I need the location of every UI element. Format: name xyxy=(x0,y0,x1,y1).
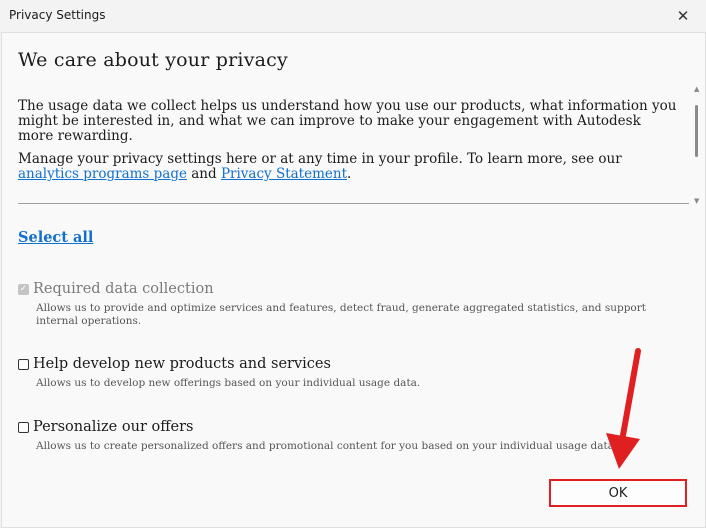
scroll-down-icon[interactable]: ▼ xyxy=(694,197,699,205)
option-required-data: ✓ Required data collection Allows us to … xyxy=(18,281,688,327)
ok-button[interactable]: OK xyxy=(549,479,687,507)
intro-paragraph-1: The usage data we collect helps us under… xyxy=(18,99,677,144)
close-button[interactable]: ✕ xyxy=(660,0,706,32)
divider xyxy=(18,203,689,204)
required-data-label: Required data collection xyxy=(33,281,214,297)
personalize-offers-description: Allows us to create personalized offers … xyxy=(36,440,618,452)
intro-paragraph-2-start: Manage your privacy settings here or at … xyxy=(18,151,622,167)
intro-paragraph-2-mid: and xyxy=(186,166,221,182)
scroll-up-icon[interactable]: ▲ xyxy=(694,85,699,93)
intro-paragraph-2-end: . xyxy=(347,166,352,182)
red-arrow-annotation xyxy=(606,348,641,469)
title-bar: Privacy Settings ✕ xyxy=(0,0,706,32)
personalize-offers-label[interactable]: Personalize our offers xyxy=(33,419,193,435)
intro-paragraph-2: Manage your privacy settings here or at … xyxy=(18,151,678,182)
intro-text[interactable]: The usage data we collect helps us under… xyxy=(18,99,678,181)
intro-scrollbar[interactable]: ▲ ▼ xyxy=(694,85,700,207)
help-develop-description: Allows us to develop new offerings based… xyxy=(36,377,421,389)
scroll-thumb[interactable] xyxy=(695,105,698,157)
required-data-checkbox[interactable]: ✓ xyxy=(18,283,29,295)
option-personalize-offers: Personalize our offers Allows us to crea… xyxy=(18,419,688,453)
help-develop-label[interactable]: Help develop new products and services xyxy=(33,356,331,372)
select-all-link[interactable]: Select all xyxy=(18,229,93,246)
page-title: We care about your privacy xyxy=(18,49,288,71)
close-icon: ✕ xyxy=(676,7,690,25)
privacy-statement-link[interactable]: Privacy Statement xyxy=(221,166,347,182)
personalize-offers-checkbox[interactable] xyxy=(18,421,29,433)
window-title: Privacy Settings xyxy=(9,8,106,22)
option-help-develop: Help develop new products and services A… xyxy=(18,356,688,390)
required-data-description: Allows us to provide and optimize servic… xyxy=(36,302,646,327)
help-develop-checkbox[interactable] xyxy=(18,358,29,370)
analytics-programs-link[interactable]: analytics programs page xyxy=(18,166,187,182)
